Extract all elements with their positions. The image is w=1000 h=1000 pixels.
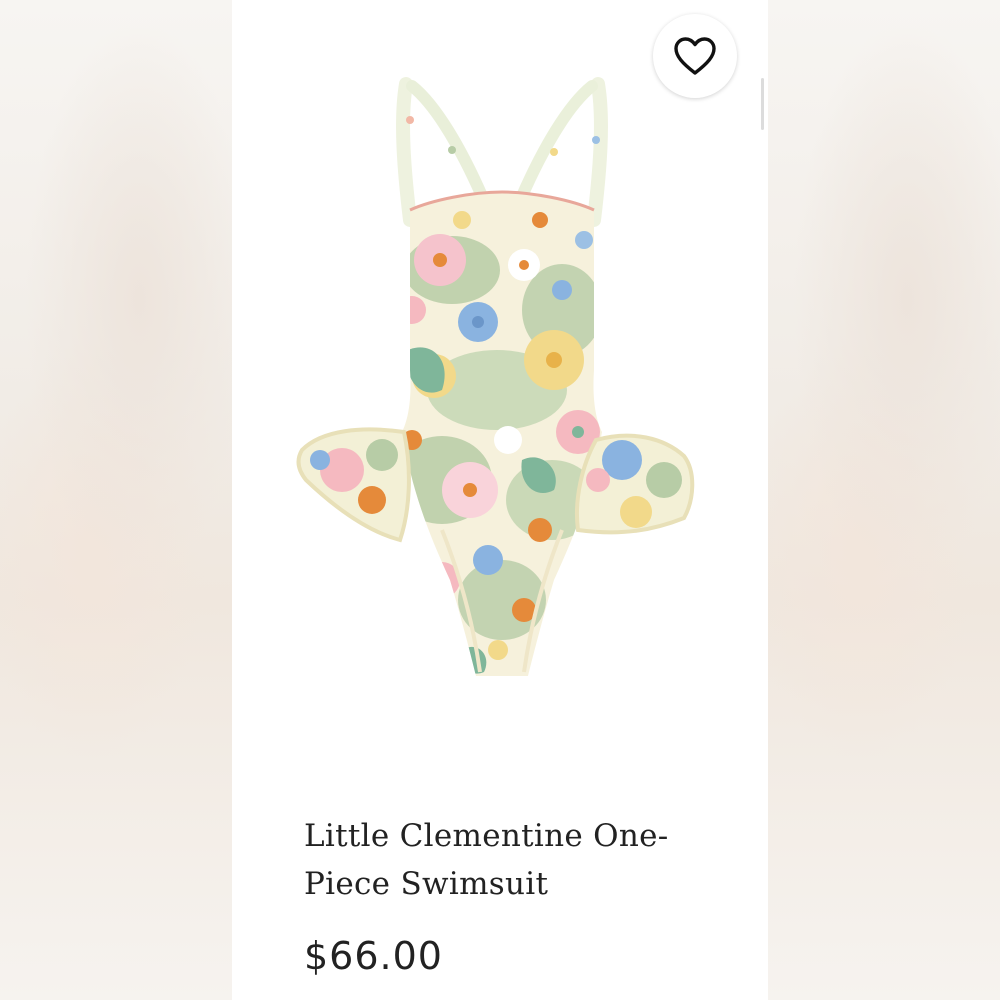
blurred-background-right xyxy=(768,0,1000,1000)
product-price: $66.00 xyxy=(304,934,443,978)
product-image[interactable] xyxy=(292,60,712,710)
product-card[interactable]: Little Clementine One-Piece Swimsuit $66… xyxy=(232,0,768,1000)
screenshot-stage: Little Clementine One-Piece Swimsuit $66… xyxy=(0,0,1000,1000)
blurred-background-left xyxy=(0,0,232,1000)
scroll-indicator[interactable] xyxy=(761,78,764,130)
product-title[interactable]: Little Clementine One-Piece Swimsuit xyxy=(304,812,724,908)
